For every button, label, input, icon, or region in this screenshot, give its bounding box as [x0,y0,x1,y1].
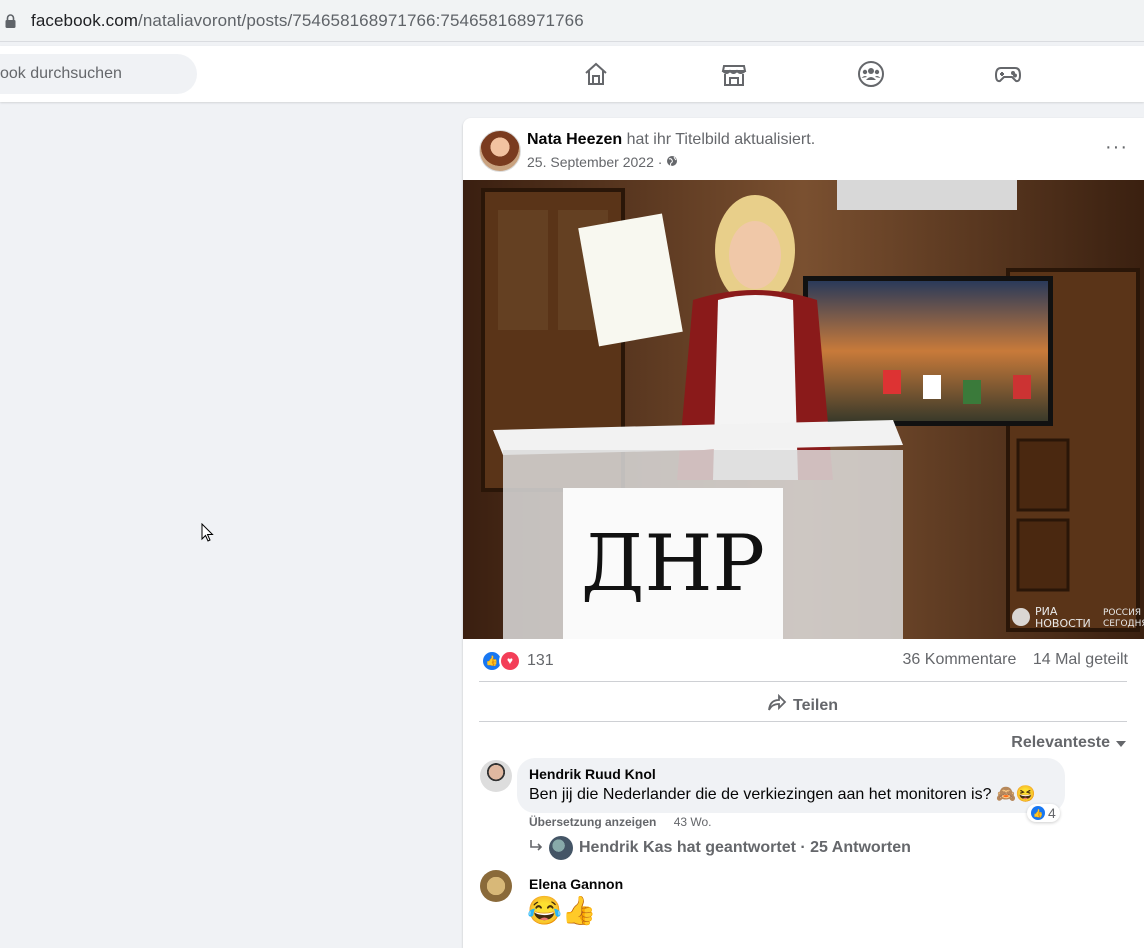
comment-actions: Übersetzung anzeigen 43 Wo. [529,815,712,829]
search-input[interactable]: ook durchsuchen [0,54,197,94]
gaming-icon[interactable] [994,60,1022,88]
post-photo[interactable]: ДНР РИА НОВОСТИ РОССИЯ СЕГОДНЯ [463,180,1144,639]
divider [479,721,1127,722]
top-navigation: ook durchsuchen [0,46,1144,102]
share-icon [767,693,787,717]
mouse-cursor-icon [201,522,215,548]
author-avatar[interactable] [479,130,521,172]
ballot-box-sign: ДНР [581,519,765,609]
comment-age[interactable]: 43 Wo. [674,815,712,829]
comment-text: Ben jij die Nederlander die de verkiezin… [529,786,1036,803]
comment-like-number: 4 [1048,805,1056,821]
comments-count[interactable]: 36 Kommentare [903,651,1017,668]
comment-sort-dropdown[interactable]: Relevanteste [1011,734,1126,752]
replies-link[interactable]: Hendrik Kas hat geantwortet · 25 Antwort… [529,836,911,860]
translate-link[interactable]: Übersetzung anzeigen [529,815,656,829]
sort-label: Relevanteste [1011,734,1110,751]
reply-summary: Hendrik Kas hat geantwortet · 25 Antwort… [579,839,911,856]
comment-like-count[interactable]: 👍 4 [1027,804,1060,822]
comment-text: 😂👍 [527,895,597,926]
watermark-segodnya: СЕГОДНЯ [1103,619,1144,629]
author-name[interactable]: Nata Heezen [527,131,622,148]
comment-bubble: Hendrik Ruud Knol Ben jij die Nederlande… [517,758,1065,813]
url-path: /nataliavoront/posts/754658168971766:754… [138,10,584,30]
post-action-text: hat ihr Titelbild aktualisiert. [626,131,816,148]
reply-arrow-icon [529,839,543,858]
watermark-rossiya: РОССИЯ [1103,608,1141,618]
globe-icon [666,154,678,170]
commenter-avatar[interactable] [480,870,512,902]
post-date-text: 25. September 2022 · [527,154,663,170]
reactions-summary[interactable]: 👍 ♥ 131 [481,650,554,672]
reply-avatar [549,836,573,860]
commenter-name[interactable]: Hendrik Ruud Knol [529,766,1053,782]
url-text[interactable]: facebook.com/nataliavoront/posts/7546581… [31,11,584,31]
caret-down-icon [1116,734,1126,752]
browser-address-bar[interactable]: facebook.com/nataliavoront/posts/7546581… [0,0,1144,42]
divider [479,681,1127,682]
commenter-avatar[interactable] [480,760,512,792]
love-reaction-icon: ♥ [499,650,521,672]
share-button[interactable]: Teilen [767,693,839,717]
post-header: Nata Heezen hat ihr Titelbild aktualisie… [527,131,815,149]
shares-count[interactable]: 14 Mal geteilt [1033,651,1128,668]
url-domain: facebook.com [31,10,139,30]
groups-icon[interactable] [857,60,885,88]
lock-icon [5,13,16,28]
home-icon[interactable] [582,60,610,88]
more-options-icon[interactable]: ··· [1105,136,1128,159]
post-counts: 36 Kommentare 14 Mal geteilt [903,651,1128,669]
search-placeholder: ook durchsuchen [0,65,122,82]
reaction-count: 131 [527,652,554,669]
post-date[interactable]: 25. September 2022 · [527,154,678,170]
post-card: Nata Heezen hat ihr Titelbild aktualisie… [463,118,1144,948]
marketplace-icon[interactable] [720,60,748,88]
commenter-name[interactable]: Elena Gannon [529,876,623,892]
share-label: Teilen [793,696,839,714]
watermark-novosti: НОВОСТИ [1035,617,1091,630]
like-reaction-icon: 👍 [1031,806,1045,820]
